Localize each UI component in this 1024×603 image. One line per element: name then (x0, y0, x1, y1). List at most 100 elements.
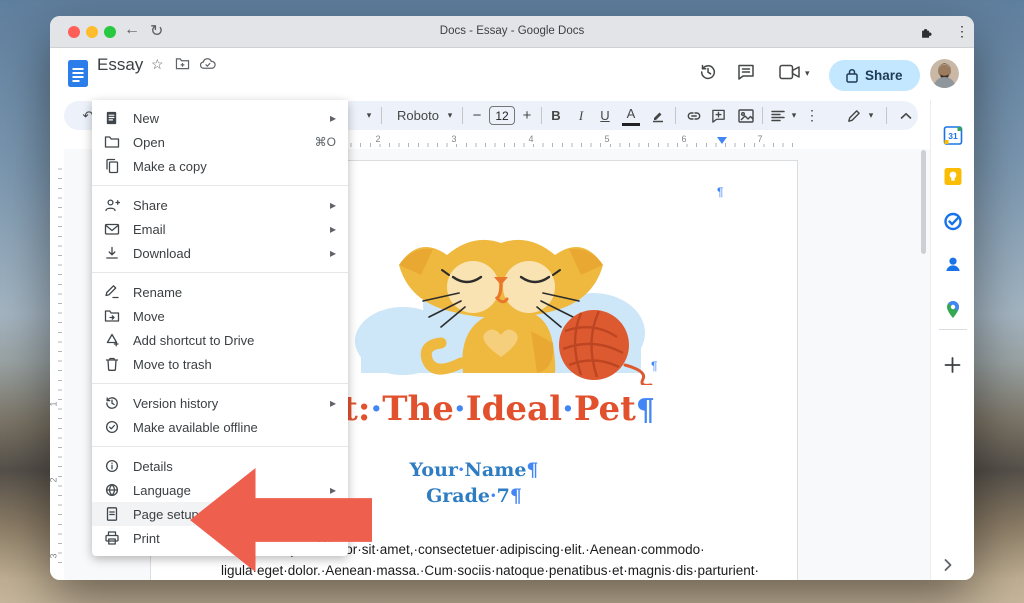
download-icon (104, 245, 120, 261)
submenu-arrow-icon: ▸ (330, 483, 336, 497)
cat-illustration-image[interactable] (341, 213, 661, 385)
envelope-icon (104, 221, 120, 237)
document-status-cloud-icon[interactable] (200, 57, 216, 75)
align-left-icon[interactable] (768, 101, 788, 130)
insert-image-icon[interactable] (736, 101, 756, 130)
ruler-number: 6 (679, 134, 688, 144)
toolbar-divider (462, 107, 463, 124)
new-document-icon (104, 110, 120, 126)
person-add-icon (104, 197, 120, 213)
menu-item-move[interactable]: Move (92, 304, 348, 328)
info-icon (104, 458, 120, 474)
share-button-label: Share (865, 68, 903, 83)
menu-item-open[interactable]: Open ⌘O (92, 130, 348, 154)
document-scrollbar[interactable] (921, 150, 926, 254)
editing-mode-caret-icon[interactable]: ▾ (865, 101, 877, 130)
more-toolbar-options-icon[interactable]: ⋮ (804, 101, 820, 130)
menu-item-details[interactable]: Details (92, 454, 348, 478)
paragraph-mark: ¶ (526, 459, 538, 481)
offline-check-icon (104, 419, 120, 435)
ruler-number: 1 (50, 401, 59, 406)
printer-icon (104, 530, 120, 546)
docs-header: Essay ☆ File Edit View Insert Format Too… (50, 48, 974, 100)
google-keep-icon[interactable] (943, 167, 962, 186)
share-button[interactable]: Share (829, 60, 920, 91)
zoom-dropdown-caret-icon[interactable]: ▾ (362, 101, 376, 130)
menu-item-share[interactable]: Share ▸ (92, 193, 348, 217)
body-text-line: ligula·eget·dolor.·Aenean·massa.·Cum·soc… (221, 560, 729, 580)
file-menu: New ▸ Open ⌘O Make a copy Share ▸ Email … (92, 100, 348, 556)
font-family-caret-icon[interactable]: ▾ (444, 101, 456, 130)
drive-shortcut-icon (104, 332, 120, 348)
underline-button[interactable]: U (596, 101, 614, 130)
toolbar-divider (886, 107, 887, 124)
vertical-ruler[interactable]: 1 2 3 4 (50, 133, 64, 580)
google-tasks-icon[interactable] (943, 212, 962, 231)
google-contacts-icon[interactable] (943, 255, 962, 274)
italic-button[interactable]: I (572, 101, 590, 130)
toolbar-divider (675, 107, 676, 124)
editing-mode-pen-icon[interactable] (844, 101, 864, 130)
globe-icon (104, 482, 120, 498)
menu-item-version-history[interactable]: Version history ▸ (92, 391, 348, 415)
version-history-icon (104, 395, 120, 411)
collapse-toolbar-chevron-icon[interactable] (896, 101, 916, 130)
extensions-puzzle-icon[interactable] (919, 25, 933, 43)
menu-item-add-shortcut-to-drive[interactable]: Add shortcut to Drive (92, 328, 348, 352)
menu-item-make-available-offline[interactable]: Make available offline (92, 415, 348, 439)
submenu-arrow-icon: ▸ (330, 222, 336, 236)
menu-item-rename[interactable]: Rename (92, 280, 348, 304)
right-indent-marker[interactable] (717, 137, 727, 144)
bold-button[interactable]: B (547, 101, 565, 130)
account-avatar[interactable] (930, 59, 959, 88)
comments-icon[interactable] (736, 62, 756, 87)
menu-divider (92, 383, 348, 384)
menu-item-make-a-copy[interactable]: Make a copy (92, 154, 348, 178)
menu-item-new[interactable]: New ▸ (92, 106, 348, 130)
browser-menu-dots-icon[interactable]: ⋮ (955, 23, 969, 40)
paragraph-mark: ¶ (717, 185, 723, 199)
submenu-arrow-icon: ▸ (330, 198, 336, 212)
menu-item-download[interactable]: Download ▸ (92, 241, 348, 265)
meet-dropdown-caret-icon[interactable]: ▾ (805, 68, 810, 79)
move-to-folder-icon[interactable] (175, 57, 190, 75)
meet-video-call-icon[interactable] (779, 64, 801, 85)
ruler-number: 2 (373, 134, 382, 144)
text-color-button[interactable]: A (622, 104, 640, 126)
align-dropdown-caret-icon[interactable]: ▾ (788, 101, 800, 130)
google-maps-icon[interactable] (943, 300, 962, 319)
menu-item-move-to-trash[interactable]: Move to trash (92, 352, 348, 376)
increase-font-size-button[interactable]: + (518, 101, 536, 130)
get-add-ons-plus-icon[interactable] (943, 356, 962, 375)
google-side-panel: 31 (930, 100, 974, 580)
toolbar-divider (381, 107, 382, 124)
copy-icon (104, 158, 120, 174)
ruler-number: 5 (602, 134, 611, 144)
lock-icon (846, 68, 858, 83)
document-name[interactable]: Essay (97, 55, 143, 75)
show-side-panel-chevron-icon[interactable] (943, 558, 962, 577)
add-comment-icon[interactable] (708, 101, 728, 130)
version-history-icon[interactable] (698, 62, 718, 87)
highlight-color-icon[interactable] (649, 101, 667, 130)
insert-link-icon[interactable] (684, 101, 704, 130)
menu-item-email[interactable]: Email ▸ (92, 217, 348, 241)
move-folder-icon (104, 308, 120, 324)
google-calendar-icon[interactable]: 31 (943, 126, 962, 145)
shortcut-label: ⌘O (315, 135, 336, 149)
ruler-number: 3 (449, 134, 458, 144)
side-panel-divider (939, 329, 967, 330)
paragraph-mark: ¶ (636, 393, 655, 428)
font-family-select[interactable]: Roboto (392, 101, 444, 130)
star-icon[interactable]: ☆ (151, 56, 164, 73)
browser-tab-title: Docs - Essay - Google Docs (50, 25, 974, 37)
font-size-input[interactable]: 12 (488, 101, 516, 130)
decrease-font-size-button[interactable]: − (468, 101, 486, 130)
ruler-ticks (58, 160, 62, 570)
paragraph-mark: ¶ (651, 359, 657, 373)
ruler-number: 3 (50, 553, 59, 558)
ruler-number: 7 (755, 134, 764, 144)
submenu-arrow-icon: ▸ (330, 246, 336, 260)
menu-divider (92, 272, 348, 273)
google-docs-logo-icon[interactable] (67, 59, 89, 93)
